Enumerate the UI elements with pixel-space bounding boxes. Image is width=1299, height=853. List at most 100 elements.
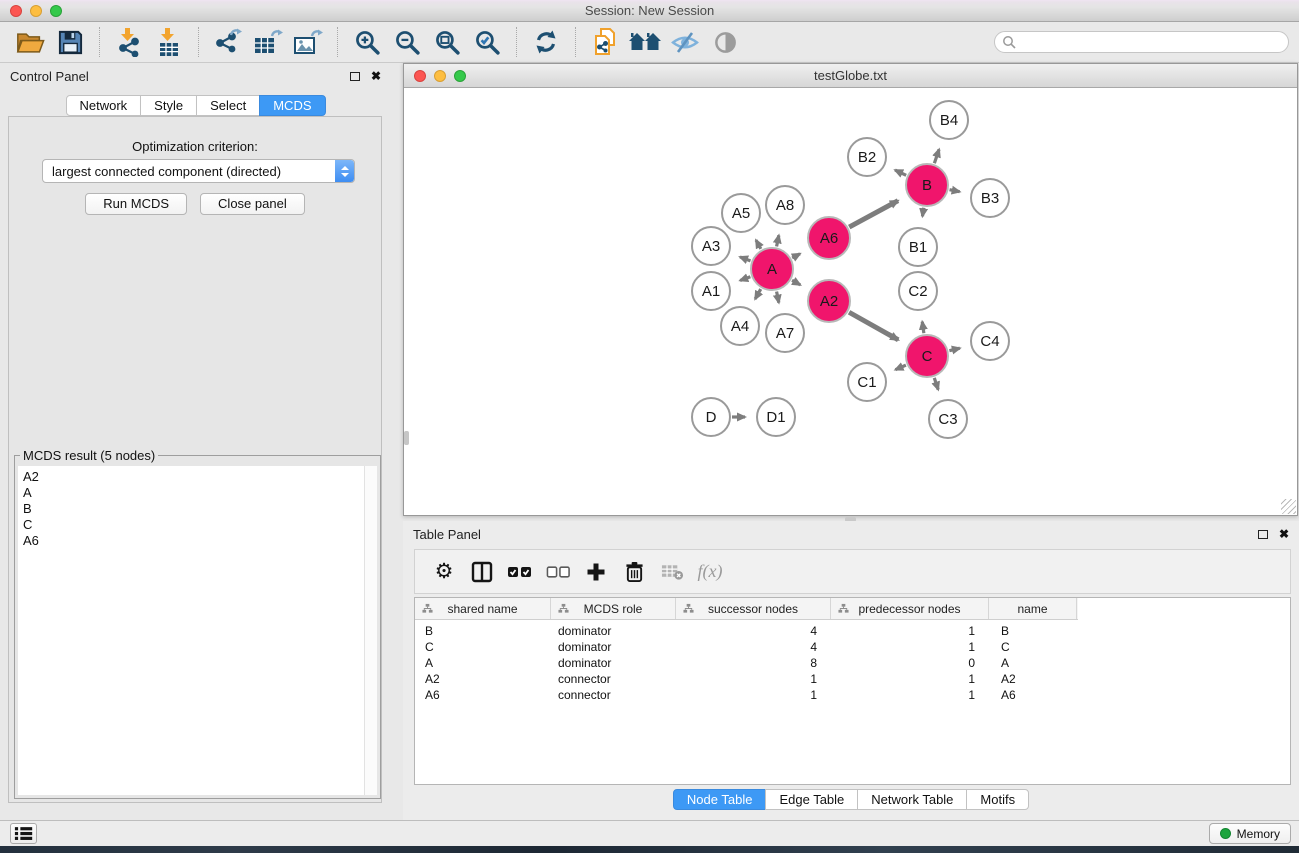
mcds-result-group: MCDS result (5 nodes) A2 A B C A6 [14,455,381,799]
column-header-successor-nodes[interactable]: successor nodes [676,598,831,619]
app-titlebar: Session: New Session [0,0,1299,22]
eye-disabled-icon [713,30,738,55]
edge-A6-B[interactable] [849,201,898,227]
edge-C-C3[interactable] [934,378,938,390]
cell-predecessor-nodes: 1 [831,639,989,655]
float-panel-icon[interactable] [350,72,360,81]
import-network-icon [116,27,142,57]
criterion-select[interactable]: largest connected component (directed) [42,159,355,183]
cell-successor-nodes: 4 [676,639,831,655]
node-label: A [767,261,777,278]
save-session-button[interactable] [53,25,87,59]
column-header-shared-name[interactable]: shared name [415,598,551,619]
vertical-scroll-thumb[interactable] [404,431,409,445]
table-row[interactable]: B dominator 4 1 B [415,623,1290,639]
column-header-predecessor-nodes[interactable]: predecessor nodes [831,598,989,619]
table-body: B dominator 4 1 B C dominator 4 1 C A do… [415,620,1290,703]
cell-successor-nodes: 8 [676,655,831,671]
select-all-button[interactable] [501,565,539,579]
table-panel-controls: ✖ [1258,528,1289,540]
list-item[interactable]: C [23,517,377,533]
node-label: D1 [766,409,785,426]
edge-A-A2[interactable] [792,280,800,285]
tab-network[interactable]: Network [65,95,141,116]
node-label: A5 [732,205,750,222]
application-window: Session: New Session [0,0,1299,853]
home-view-button[interactable] [628,25,662,59]
zoom-selected-button[interactable] [470,25,504,59]
tab-style[interactable]: Style [140,95,197,116]
edge-A-A8[interactable] [777,235,779,246]
column-header-name[interactable]: name [989,598,1077,619]
node-label: A8 [776,197,794,214]
export-network-button[interactable] [211,25,245,59]
search-input[interactable] [1016,35,1281,49]
table-row[interactable]: A2 connector 1 1 A2 [415,671,1290,687]
toolbar-separator [516,27,517,57]
edge-A-A1[interactable] [740,277,750,281]
edge-C-C1[interactable] [895,365,905,370]
column-header-mcds-role[interactable]: MCDS role [551,598,676,619]
close-panel-icon[interactable]: ✖ [371,70,381,82]
zoom-out-button[interactable] [390,25,424,59]
hide-graphics-button[interactable] [668,25,702,59]
edge-B-B3[interactable] [950,190,960,192]
edge-A-A6[interactable] [792,254,800,258]
edge-C-C2[interactable] [922,322,924,334]
clone-network-button[interactable] [588,25,622,59]
show-graphics-button[interactable] [708,25,742,59]
result-list-scrollbar[interactable] [364,466,377,795]
table-row[interactable]: C dominator 4 1 C [415,639,1290,655]
list-item[interactable]: A2 [23,469,377,485]
delete-column-button[interactable] [615,561,653,583]
table-row[interactable]: A dominator 8 0 A [415,655,1290,671]
edge-A-A5[interactable] [756,240,761,249]
deselect-all-button[interactable] [539,565,577,579]
table-row[interactable]: A6 connector 1 1 A6 [415,687,1290,703]
edge-A-A7[interactable] [777,292,779,303]
column-label: shared name [447,602,517,616]
edge-A-A3[interactable] [740,257,750,261]
edge-C-C4[interactable] [949,348,959,350]
resize-grip[interactable] [1281,499,1296,514]
open-session-button[interactable] [13,25,47,59]
edge-A-A4[interactable] [755,289,761,299]
zoom-fit-button[interactable] [430,25,464,59]
tab-edge-table[interactable]: Edge Table [765,789,858,810]
tab-mcds[interactable]: MCDS [259,95,325,116]
tab-motifs[interactable]: Motifs [966,789,1029,810]
column-type-icon [838,603,849,614]
function-builder-button: f(x) [691,561,729,582]
close-panel-button[interactable]: Close panel [200,193,305,215]
column-settings-button[interactable] [463,561,501,583]
node-label: C3 [938,411,957,428]
network-canvas[interactable]: B4B2BB3A8A5A6A3B1AA1C2A2A4A7C4CC1C3DD1 [404,88,1297,515]
list-item[interactable]: A [23,485,377,501]
float-panel-icon[interactable] [1258,530,1268,539]
run-mcds-button[interactable]: Run MCDS [85,193,187,215]
table-settings-button[interactable]: ⚙ [425,561,463,582]
import-table-button[interactable] [152,25,186,59]
zoom-in-button[interactable] [350,25,384,59]
list-item[interactable]: A6 [23,533,377,549]
clone-network-icon [592,27,618,57]
import-network-button[interactable] [112,25,146,59]
edge-B-B1[interactable] [922,208,923,217]
list-item[interactable]: B [23,501,377,517]
refresh-button[interactable] [529,25,563,59]
close-panel-icon[interactable]: ✖ [1279,528,1289,540]
task-history-button[interactable] [10,823,37,844]
tab-network-table[interactable]: Network Table [857,789,967,810]
edge-B-B2[interactable] [895,170,906,175]
optimization-criterion-label: Optimization criterion: [9,139,381,154]
memory-button[interactable]: Memory [1209,823,1291,844]
tab-select[interactable]: Select [196,95,260,116]
node-label: A2 [820,293,838,310]
edge-A2-C[interactable] [849,312,898,340]
tab-node-table[interactable]: Node Table [673,789,767,810]
export-table-button[interactable] [251,25,285,59]
export-image-button[interactable] [291,25,325,59]
fx-icon: f(x) [698,561,723,582]
add-column-button[interactable] [577,562,615,582]
edge-B-B4[interactable] [934,149,939,163]
